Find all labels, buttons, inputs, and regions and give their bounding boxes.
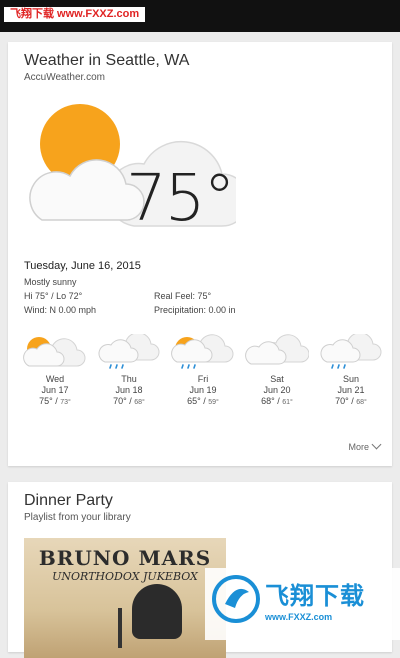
forecast-day-name: Fri	[197, 374, 209, 384]
forecast-day-temp: 65° / 59°	[187, 396, 219, 406]
forecast-date: Tuesday, June 16, 2015	[24, 260, 141, 272]
forecast-day-name: Sat	[270, 374, 284, 384]
rain-cloud-icon	[320, 334, 382, 369]
forecast-day-temp: 68° / 61°	[261, 396, 293, 406]
forecast-lo: 68°	[134, 399, 145, 406]
forecast-day-name: Wed	[45, 374, 65, 384]
forecast-day-date: Jun 20	[263, 385, 291, 395]
real-feel: Real Feel: 75°	[154, 291, 212, 301]
forecast-day-temp: 70° / 68°	[113, 396, 145, 406]
partly-sunny-icon	[23, 337, 86, 367]
weather-condition: Mostly sunny	[24, 277, 77, 287]
forecast-day-date: Jun 21	[337, 385, 365, 395]
watermark-text: 飞翔下载	[265, 582, 365, 610]
forecast-day-date: Jun 17	[41, 385, 69, 395]
rain-cloud-icon	[98, 334, 160, 369]
forecast-day[interactable]: Sat Jun 20 68° / 61°	[240, 334, 314, 414]
forecast-strip: Wed Jun 17 75° / 73° Thu Jun 18 70° / 68…	[18, 334, 382, 414]
current-temperature: 75°	[126, 162, 235, 236]
forecast-day-temp: 75° / 73°	[39, 396, 71, 406]
watermark-url: www.FXXZ.com	[265, 612, 333, 622]
forecast-lo: 59°	[208, 399, 219, 406]
forecast-lo: 68°	[356, 399, 367, 406]
wind-speed: Wind: N 0.00 mph	[24, 305, 97, 315]
forecast-hi: 70°	[335, 396, 349, 406]
status-bar: 飞翔下载 www.FXXZ.com	[0, 0, 400, 32]
playlist-subtitle: Playlist from your library	[24, 512, 131, 523]
watermark-logo-icon	[212, 575, 260, 623]
forecast-day[interactable]: Sun Jun 21 70° / 68°	[314, 334, 388, 414]
album-artist: BRUNO MARS	[38, 546, 212, 570]
weather-card[interactable]: Weather in Seattle, WA AccuWeather.com 7…	[8, 42, 392, 466]
forecast-day-name: Sun	[342, 374, 359, 384]
forecast-hi: 75°	[39, 396, 53, 406]
album-title: UNORTHODOX JUKEBOX	[52, 570, 198, 583]
forecast-day-temp: 70° / 68°	[335, 396, 367, 406]
forecast-hi: 68°	[261, 396, 275, 406]
forecast-day-name: Thu	[121, 374, 137, 384]
playlist-title: Dinner Party	[24, 492, 113, 509]
gorilla-image	[132, 584, 182, 639]
more-button[interactable]: More	[348, 439, 382, 452]
forecast-day-date: Jun 18	[115, 385, 143, 395]
hi-lo-temperature: Hi 75° / Lo 72°	[24, 291, 83, 301]
weather-title: Weather in Seattle, WA	[24, 52, 190, 69]
weather-source: AccuWeather.com	[24, 72, 105, 83]
forecast-hi: 70°	[113, 396, 127, 406]
forecast-lo: 73°	[60, 399, 71, 406]
forecast-day-date: Jun 19	[189, 385, 217, 395]
precipitation: Precipitation: 0.00 in	[154, 305, 236, 315]
chevron-down-icon	[371, 439, 382, 450]
cloudy-icon	[245, 334, 309, 365]
forecast-day[interactable]: Thu Jun 18 70° / 68°	[92, 334, 166, 414]
album-art[interactable]: BRUNO MARS UNORTHODOX JUKEBOX	[24, 538, 226, 658]
forecast-day[interactable]: Wed Jun 17 75° / 73°	[18, 334, 92, 414]
forecast-lo: 61°	[282, 399, 293, 406]
forecast-hi: 65°	[187, 396, 201, 406]
forecast-day[interactable]: Fri Jun 19 65° / 59°	[166, 334, 240, 414]
sun-rain-icon	[171, 334, 234, 369]
more-label: More	[348, 442, 369, 452]
watermark-label: 飞翔下载 www.FXXZ.com	[4, 7, 146, 22]
watermark-badge: 飞翔下载 www.FXXZ.com	[205, 568, 400, 640]
microphone-image	[118, 608, 122, 648]
